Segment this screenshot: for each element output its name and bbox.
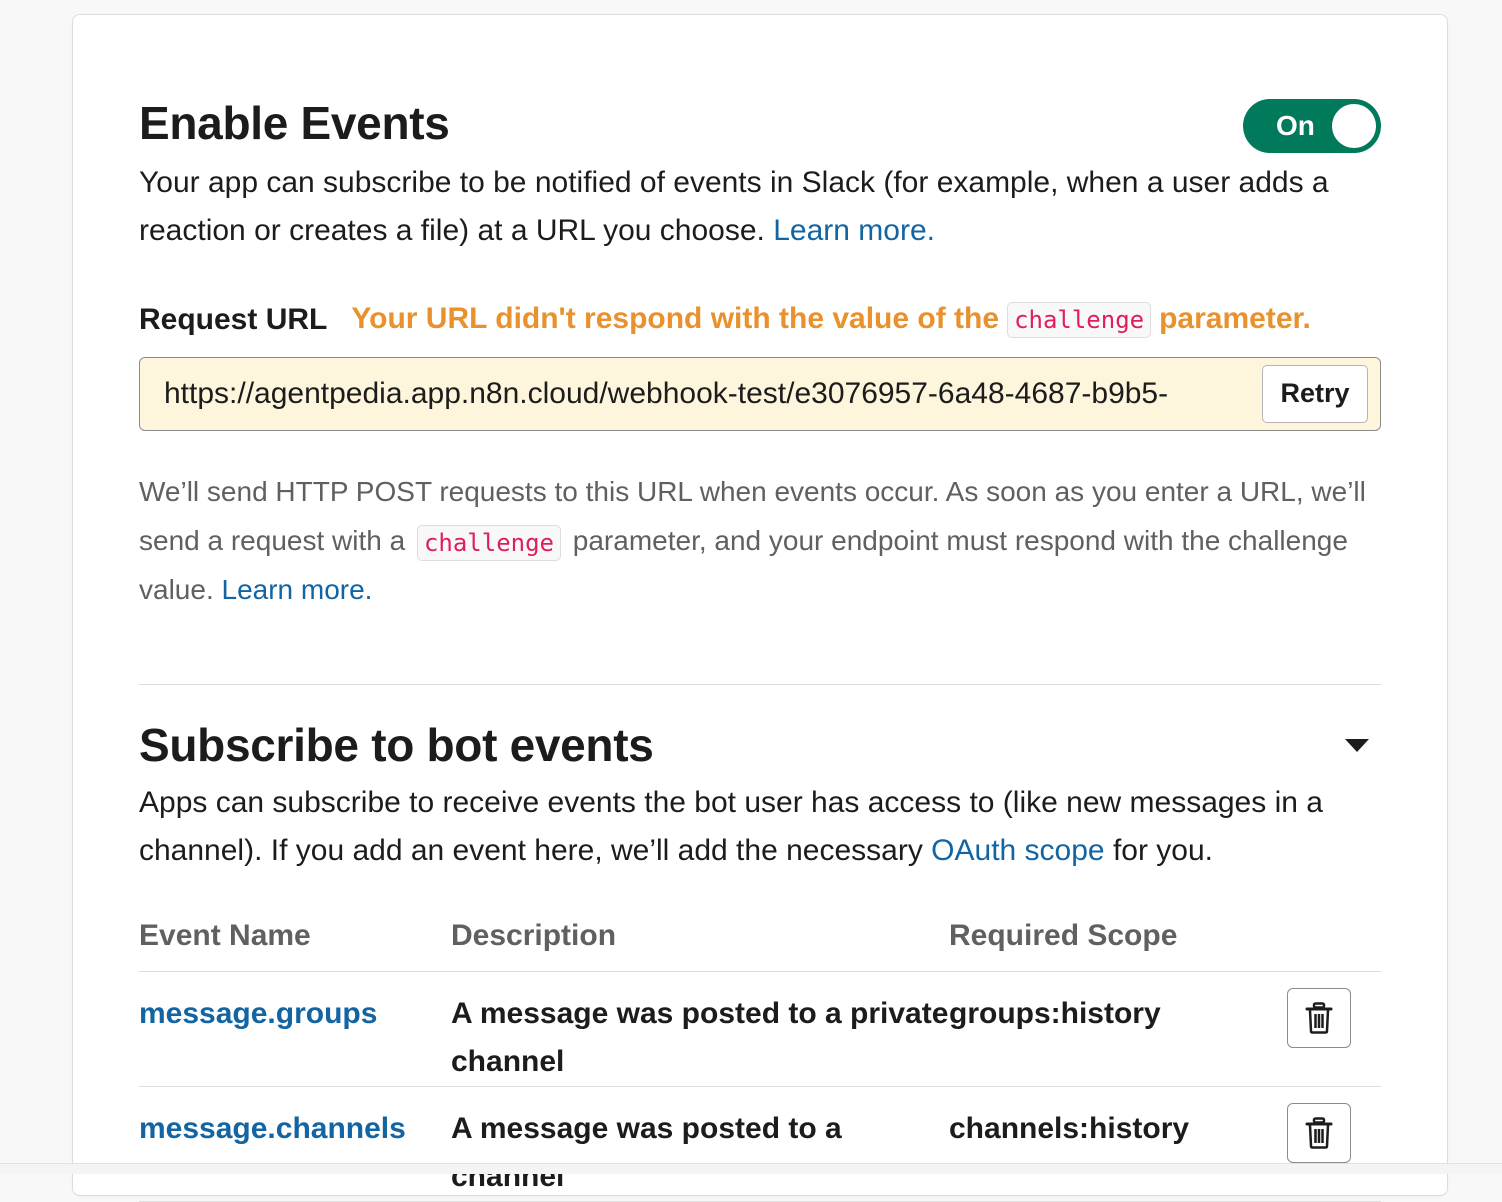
challenge-code: challenge <box>417 525 561 561</box>
bot-events-description: Apps can subscribe to receive events the… <box>139 779 1381 875</box>
warning-text: Your URL didn't respond with the value o… <box>351 302 999 335</box>
bot-events-desc-end: for you. <box>1113 834 1213 867</box>
bot-events-header[interactable]: Subscribe to bot events <box>139 715 1381 779</box>
toggle-knob <box>1332 104 1376 148</box>
column-header: Event Name <box>139 919 451 972</box>
card-content: Enable Events On Your app can subscribe … <box>139 15 1381 1202</box>
bot-events-title: Subscribe to bot events <box>139 715 1381 775</box>
event-name-link[interactable]: message.groups <box>139 997 377 1030</box>
oauth-scope-link[interactable]: OAuth scope <box>931 834 1104 867</box>
event-description: A message was posted to a private channe… <box>451 972 949 1087</box>
caret-down-icon[interactable] <box>1345 739 1369 752</box>
delete-event-button[interactable] <box>1287 1103 1351 1163</box>
table-row: message.groups A message was posted to a… <box>139 972 1381 1087</box>
event-scope: groups:history <box>949 972 1287 1087</box>
enable-events-description: Your app can subscribe to be notified of… <box>139 159 1381 255</box>
table-row: message.channels A message was posted to… <box>139 1087 1381 1202</box>
bot-events-table: Event Name Description Required Scope me… <box>139 919 1381 1202</box>
request-url-warning: Your URL didn't respond with the value o… <box>351 302 1311 338</box>
trash-icon <box>1305 1002 1333 1034</box>
delete-event-button[interactable] <box>1287 988 1351 1048</box>
event-actions <box>1287 1087 1381 1202</box>
enable-events-header: Enable Events On <box>139 93 1381 153</box>
event-scope: channels:history <box>949 1087 1287 1202</box>
bottom-bar <box>0 1163 1502 1174</box>
request-url-value[interactable]: https://agentpedia.app.n8n.cloud/webhook… <box>164 358 1260 430</box>
trash-icon <box>1305 1117 1333 1149</box>
event-name-cell: message.channels <box>139 1087 451 1202</box>
retry-button[interactable]: Retry <box>1262 365 1368 423</box>
table-header-row: Event Name Description Required Scope <box>139 919 1381 972</box>
event-name-cell: message.groups <box>139 972 451 1087</box>
learn-more-link[interactable]: Learn more. <box>773 214 935 247</box>
challenge-code: challenge <box>1007 302 1151 338</box>
section-divider <box>139 684 1381 685</box>
help-learn-more-link[interactable]: Learn more. <box>222 574 373 605</box>
event-description: A message was posted to a channel <box>451 1087 949 1202</box>
toggle-label: On <box>1276 99 1315 153</box>
enable-events-toggle[interactable]: On <box>1243 99 1381 153</box>
event-name-link[interactable]: message.channels <box>139 1112 406 1145</box>
column-header-actions <box>1287 919 1381 972</box>
column-header: Required Scope <box>949 919 1287 972</box>
enable-events-title: Enable Events <box>139 93 1381 153</box>
request-url-row: Request URL Your URL didn't respond with… <box>139 295 1381 345</box>
event-subscriptions-card: Enable Events On Your app can subscribe … <box>72 14 1448 1196</box>
request-url-label: Request URL <box>139 303 327 337</box>
enable-events-desc-text: Your app can subscribe to be notified of… <box>139 166 1329 247</box>
event-actions <box>1287 972 1381 1087</box>
request-url-field[interactable]: https://agentpedia.app.n8n.cloud/webhook… <box>139 357 1381 431</box>
column-header: Description <box>451 919 949 972</box>
request-url-help: We’ll send HTTP POST requests to this UR… <box>139 467 1381 614</box>
warning-text-end: parameter. <box>1159 302 1311 335</box>
